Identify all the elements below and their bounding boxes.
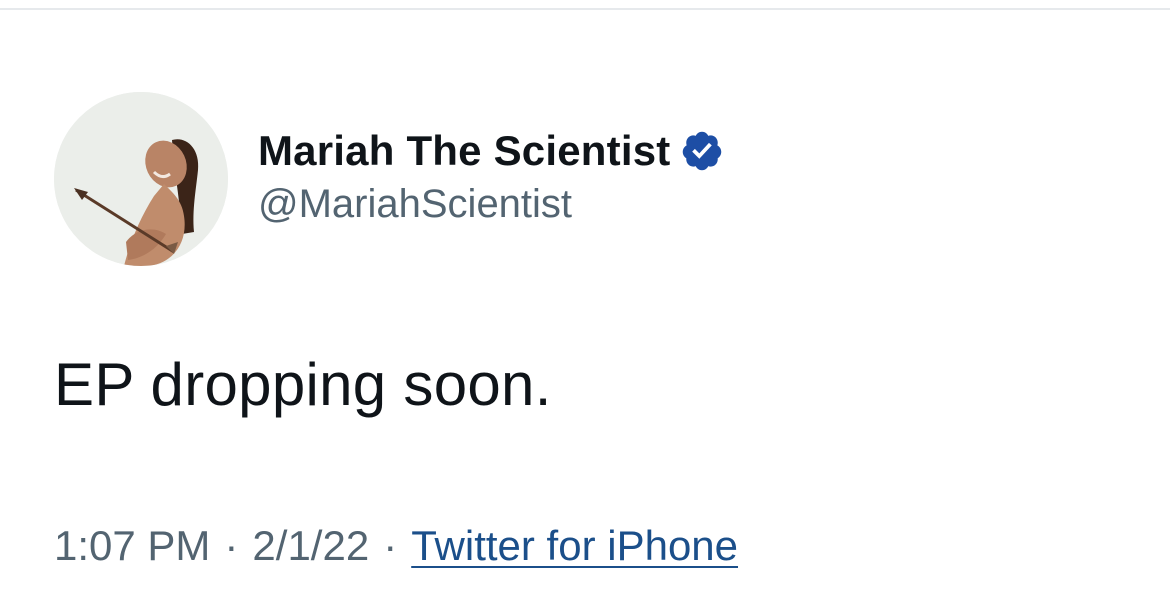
meta-separator: · [383,522,398,569]
tweet-text: EP dropping soon. [54,351,552,418]
avatar[interactable] [54,92,228,266]
author-block: Mariah The Scientist @MariahScientist [258,122,724,227]
tweet-date[interactable]: 2/1/22 [252,522,369,570]
verified-badge-icon [680,129,724,173]
tweet-time[interactable]: 1:07 PM [54,522,210,570]
source-link[interactable]: Twitter for iPhone [411,522,738,570]
tweet-card: Mariah The Scientist @MariahScientist EP… [0,0,1170,614]
meta-separator: · [224,522,239,569]
profile-photo-icon [54,92,228,266]
name-row: Mariah The Scientist [258,122,724,180]
tweet-meta: 1:07 PM · 2/1/22 · Twitter for iPhone [54,522,738,570]
display-name[interactable]: Mariah The Scientist [258,127,670,175]
user-handle[interactable]: @MariahScientist [258,182,724,227]
